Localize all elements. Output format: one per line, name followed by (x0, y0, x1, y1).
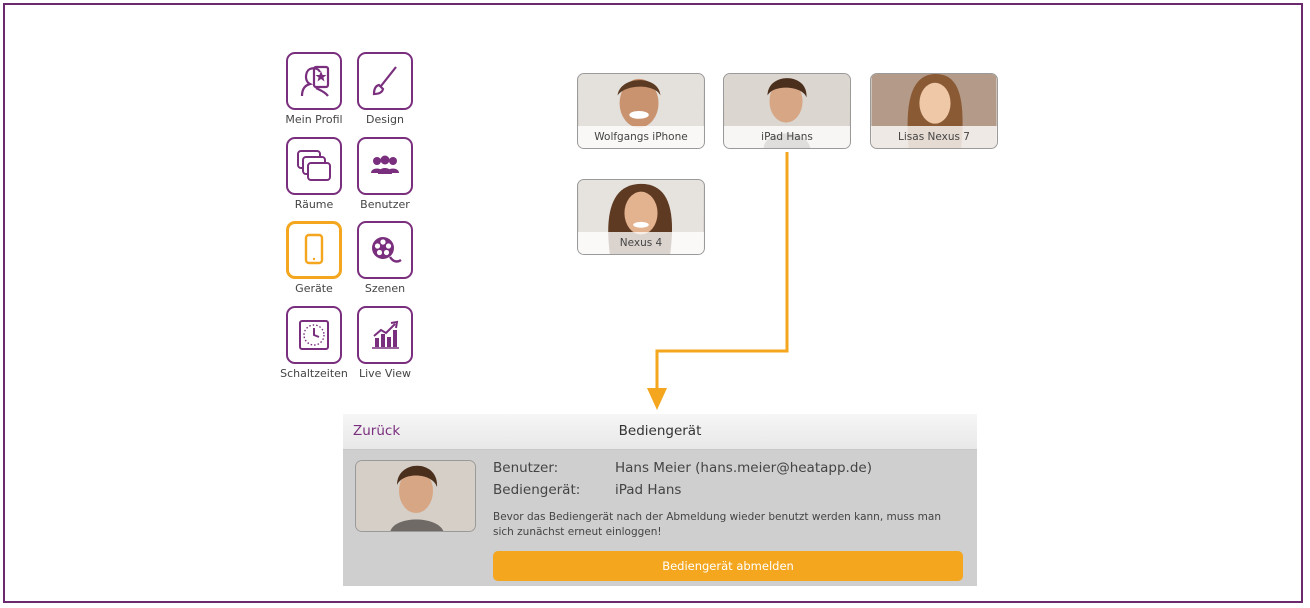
user-label: Benutzer: (493, 460, 559, 476)
page-title: Bediengerät (618, 423, 702, 439)
device-label: Bediengerät: (493, 482, 581, 498)
user-photo (356, 461, 475, 531)
logout-device-button[interactable]: Bediengerät abmelden (493, 551, 963, 581)
user-value: Hans Meier (hans.meier@heatapp.de) (615, 460, 872, 476)
navigation-bar: Zurück Bediengerät (343, 414, 977, 450)
logout-note: Bevor das Bediengerät nach der Abmeldung… (493, 511, 941, 538)
device-detail-panel: Zurück Bediengerät Benutzer: Hans Meier … (343, 414, 977, 586)
avatar (355, 460, 476, 532)
device-value: iPad Hans (615, 482, 682, 498)
